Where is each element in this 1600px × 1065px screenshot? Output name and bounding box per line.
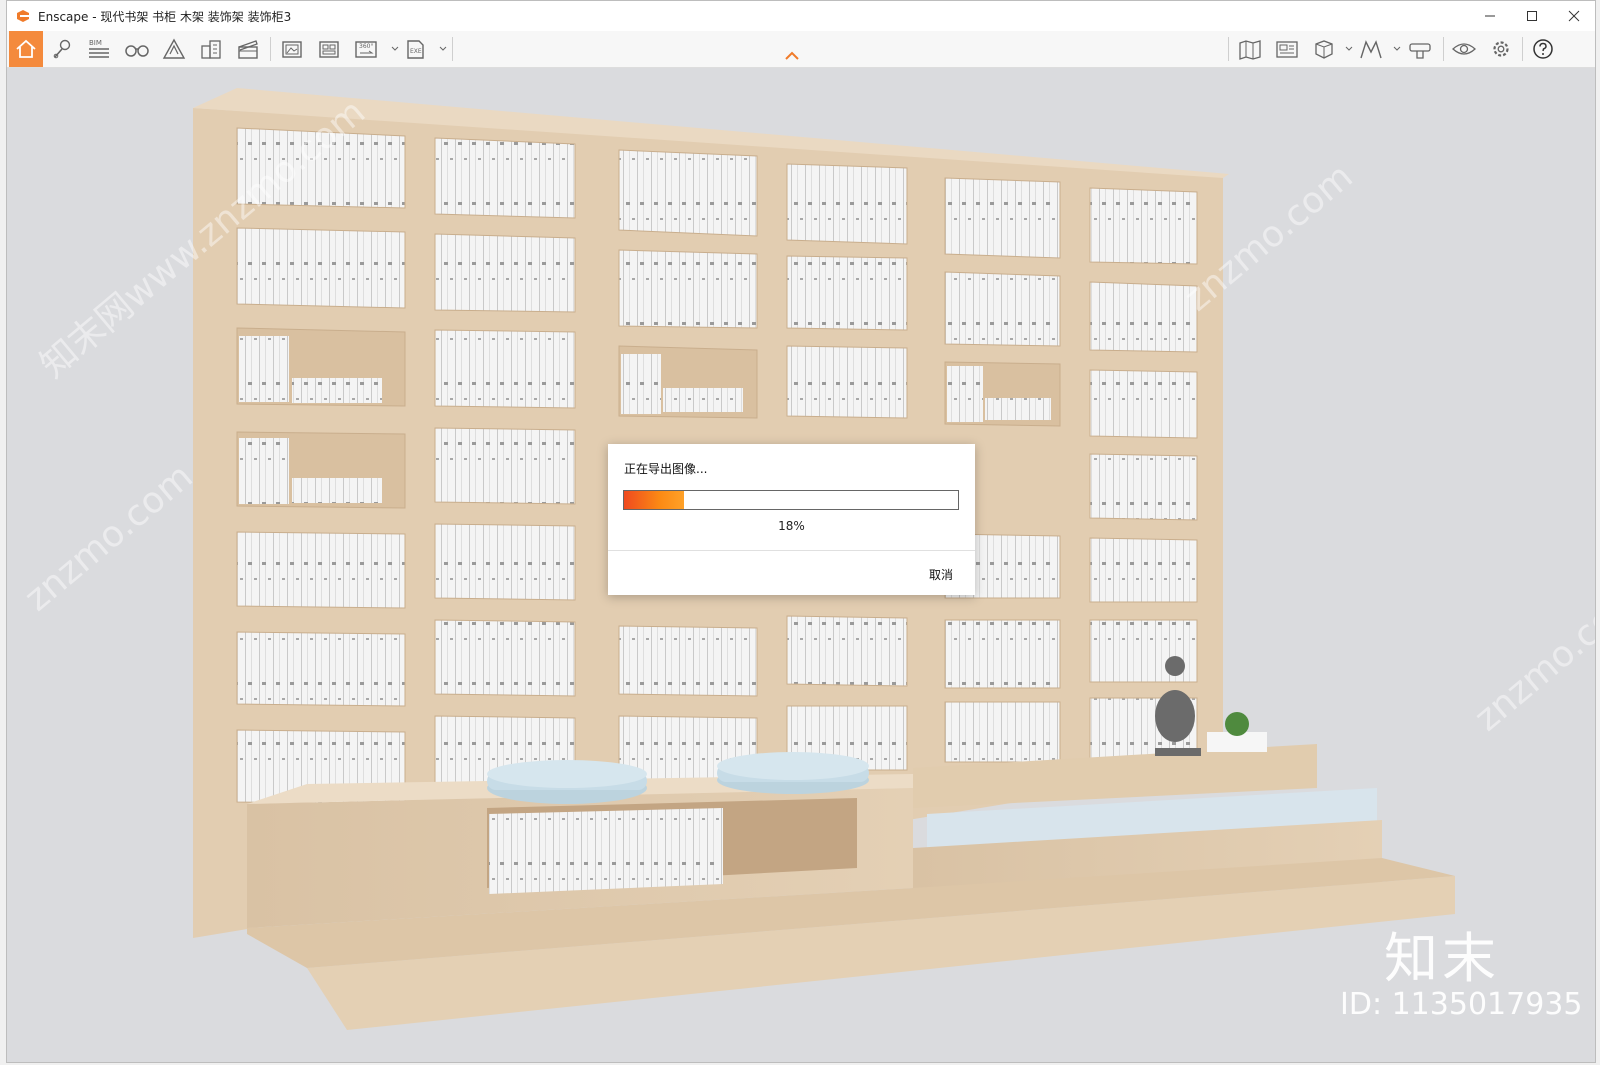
home-button[interactable] — [9, 31, 43, 67]
export-progress-bar — [623, 490, 959, 510]
building-button[interactable] — [197, 35, 225, 63]
render-360-icon: 360° — [355, 41, 377, 58]
video-clapper-icon — [238, 40, 258, 59]
bim-icon: BIM — [89, 39, 109, 58]
video-editor-button[interactable] — [234, 35, 262, 63]
binoculars-icon — [125, 45, 149, 57]
chevron-down-icon[interactable] — [391, 45, 399, 53]
material-editor-button[interactable] — [1406, 35, 1434, 63]
batch-render-icon — [319, 41, 339, 58]
progress-fill — [624, 491, 685, 509]
maximize-button[interactable] — [1511, 1, 1553, 31]
visibility-button[interactable] — [1450, 35, 1478, 63]
material-editor-icon — [1409, 43, 1431, 59]
toolbar-separator — [1522, 37, 1523, 61]
map-icon — [1239, 40, 1261, 60]
export-exe-button[interactable]: EXE — [403, 35, 431, 63]
render-360-button[interactable]: 360° — [353, 35, 381, 63]
visibility-icon — [1452, 43, 1476, 55]
main-toolbar: BIM 360° EXE — [7, 31, 1595, 68]
toolbar-separator — [1443, 37, 1444, 61]
chevron-down-icon[interactable] — [439, 45, 447, 53]
binoculars-button[interactable] — [123, 35, 151, 63]
settings-icon — [1493, 41, 1509, 57]
dialog-divider — [608, 550, 975, 551]
export-progress-dialog: 正在导出图像... 18% 取消 — [608, 444, 975, 595]
visual-settings-button[interactable] — [1357, 35, 1385, 63]
settings-button[interactable] — [1487, 35, 1515, 63]
exe-label: EXE — [410, 48, 422, 55]
help-button[interactable] — [1529, 35, 1557, 63]
collapse-toolbar-icon[interactable] — [785, 51, 799, 61]
sketch-mode-icon — [162, 38, 186, 59]
progress-percent: 18% — [778, 519, 805, 533]
asset-pin-icon — [53, 39, 71, 59]
help-icon — [1533, 39, 1553, 59]
pano-label: 360° — [359, 43, 373, 50]
views-icon — [1276, 41, 1298, 58]
minimize-button[interactable] — [1469, 1, 1511, 31]
render-image-icon — [282, 41, 302, 58]
toolbar-separator — [270, 37, 271, 61]
bim-label: BIM — [89, 39, 102, 47]
home-icon — [16, 39, 36, 58]
toolbar-separator — [452, 37, 453, 61]
views-button[interactable] — [1273, 35, 1301, 63]
dialog-title: 正在导出图像... — [624, 462, 708, 476]
render-image-button[interactable] — [279, 35, 307, 63]
window-title: Enscape - 现代书架 书柜 木架 装饰架 装饰柜3 — [38, 9, 292, 24]
close-icon — [1568, 10, 1580, 22]
building-icon — [201, 40, 221, 59]
sketch-mode-button[interactable] — [160, 35, 188, 63]
asset-pin-button[interactable] — [49, 35, 77, 63]
export-exe-icon: EXE — [407, 40, 424, 59]
cube-icon — [1315, 40, 1333, 59]
watermark-id: ID: 1135017935 — [1340, 987, 1583, 1022]
map-button[interactable] — [1236, 35, 1264, 63]
cube-button[interactable] — [1310, 35, 1338, 63]
title-bar: Enscape - 现代书架 书柜 木架 装饰架 装饰柜3 — [7, 1, 1595, 31]
enscape-window: Enscape - 现代书架 书柜 木架 装饰架 装饰柜3 BIM 360° E… — [6, 0, 1596, 1063]
maximize-icon — [1527, 11, 1537, 21]
minimize-icon — [1485, 15, 1495, 17]
chevron-down-icon[interactable] — [1393, 45, 1401, 53]
batch-render-button[interactable] — [316, 35, 344, 63]
window-controls — [1469, 1, 1595, 31]
visual-settings-icon — [1360, 40, 1382, 59]
enscape-logo-icon — [16, 8, 32, 24]
chevron-down-icon[interactable] — [1345, 45, 1353, 53]
cancel-button[interactable]: 取消 — [929, 566, 953, 583]
bim-button[interactable]: BIM — [85, 35, 113, 63]
toolbar-separator — [1228, 37, 1229, 61]
close-button[interactable] — [1553, 1, 1595, 31]
watermark-logo: 知末 — [1384, 927, 1500, 990]
